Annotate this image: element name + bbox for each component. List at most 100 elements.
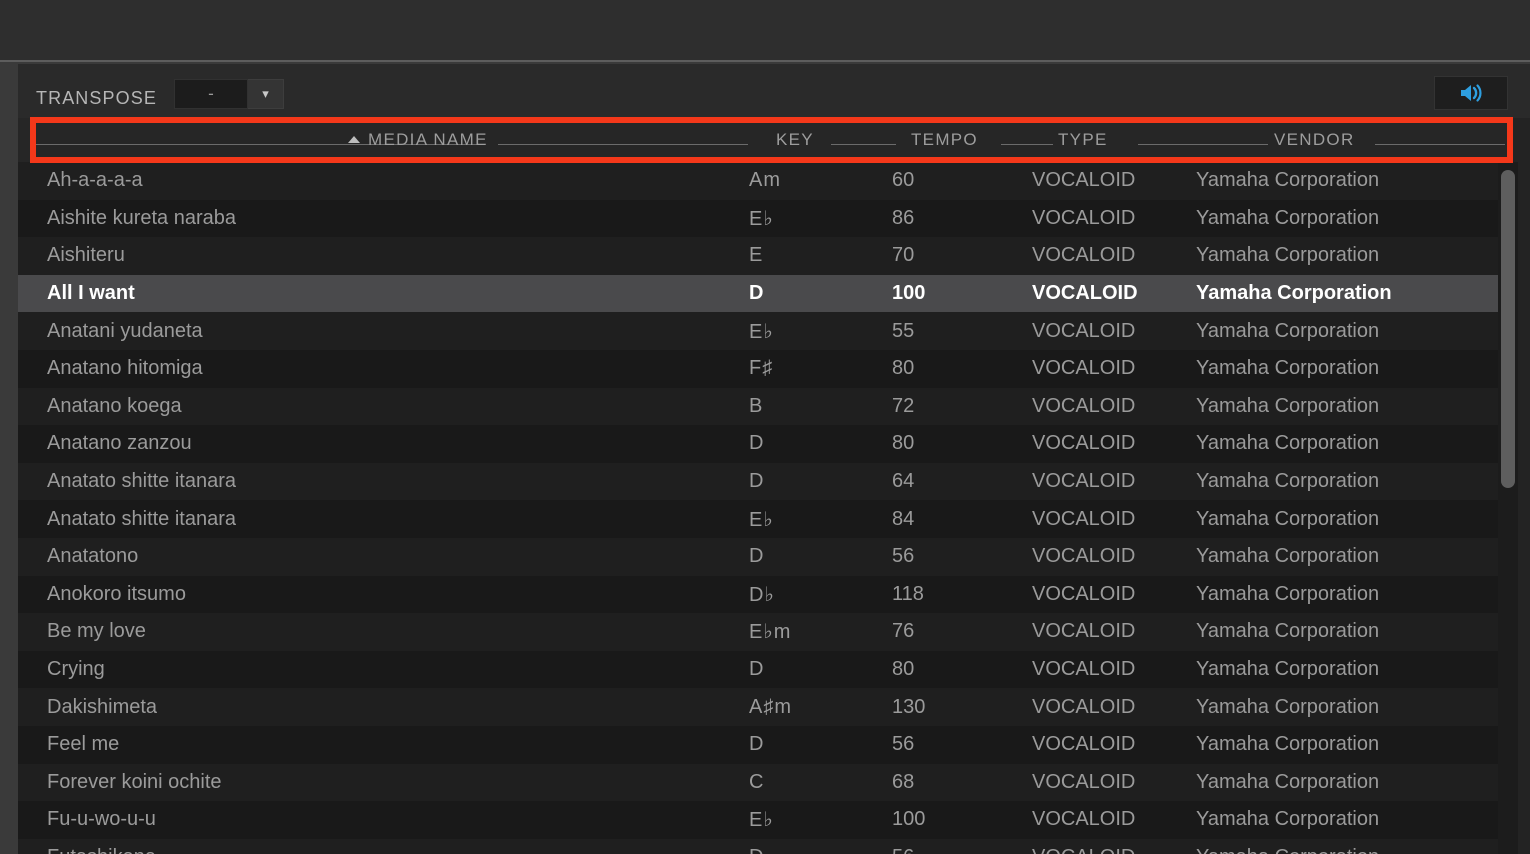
cell-key: E♭ xyxy=(749,508,774,531)
transpose-value[interactable]: - xyxy=(174,79,248,109)
cell-key: E♭ xyxy=(749,320,774,343)
speaker-volume-icon[interactable] xyxy=(1434,76,1508,110)
cell-media-name: Be my love xyxy=(47,620,146,643)
cell-vendor: Yamaha Corporation xyxy=(1196,169,1380,192)
cell-type: VOCALOID xyxy=(1032,394,1136,417)
cell-key: D♭ xyxy=(749,583,775,606)
toolbar: TRANSPOSE - ▾ xyxy=(18,64,1530,118)
window-top-strip xyxy=(0,0,1530,62)
table-row[interactable]: Anatano zanzou D 80 VOCALOID Yamaha Corporat… xyxy=(18,425,1512,463)
cell-vendor: Yamaha Corporation xyxy=(1196,545,1380,568)
chevron-down-icon[interactable]: ▾ xyxy=(248,79,284,109)
cell-key: D xyxy=(749,432,765,455)
cell-type: VOCALOID xyxy=(1032,695,1136,718)
cell-vendor: Yamaha Corporation xyxy=(1196,846,1379,854)
table-row[interactable]: Anatano koega B 72 VOCALOID Yamaha Corporati… xyxy=(18,387,1512,426)
cell-type: VOCALOID xyxy=(1032,319,1136,342)
cell-vendor: Yamaha Corporation xyxy=(1196,206,1380,229)
table-row[interactable]: All I want D 100 VOCALOID Yamaha Corporation xyxy=(18,274,1512,313)
table-row[interactable]: Anatato shitte itanara E♭ 84 VOCALOID Yamaha… xyxy=(18,500,1512,538)
cell-tempo: 100 xyxy=(892,808,926,831)
header-rule-tempo-type xyxy=(1001,144,1053,145)
table-row[interactable]: Fu-u-wo-u-u E♭ 100 VOCALOID Yamaha Corporati… xyxy=(18,801,1512,839)
cell-media-name: Feel me xyxy=(47,733,120,756)
table-row[interactable]: Dakishimeta A♯m 130 VOCALOID Yamaha Corporat… xyxy=(18,688,1512,726)
table-row[interactable]: Forever koini ochite C 68 VOCALOID Yamaha Co… xyxy=(18,763,1512,802)
cell-type: VOCALOID xyxy=(1032,620,1136,643)
cell-type: VOCALOID xyxy=(1032,733,1136,756)
cell-vendor: Yamaha Corporation xyxy=(1196,770,1380,793)
table-row[interactable]: Anatatono D 56 VOCALOID Yamaha Corporation xyxy=(18,537,1512,576)
cell-media-name: All I want xyxy=(47,282,135,305)
cell-media-name: Futashikana xyxy=(47,846,156,854)
cell-media-name: Ah-a-a-a-a xyxy=(47,169,143,192)
column-header-media-name[interactable]: MEDIA NAME xyxy=(348,118,488,162)
table-row[interactable]: Aishiteru E 70 VOCALOID Yamaha Corporation xyxy=(18,237,1512,275)
cell-tempo: 86 xyxy=(892,206,915,229)
cell-media-name: Anatato shitte itanara xyxy=(47,507,237,530)
cell-vendor: Yamaha Corporation xyxy=(1196,470,1380,493)
cell-vendor: Yamaha Corporation xyxy=(1196,357,1380,380)
cell-key: Am xyxy=(749,169,781,192)
transpose-dropdown[interactable]: - ▾ xyxy=(174,79,284,109)
table-row[interactable]: Anatani yudaneta E♭ 55 VOCALOID Yamaha Corpo… xyxy=(18,312,1512,350)
table-row[interactable]: Ah-a-a-a-a Am 60 VOCALOID Yamaha Corporation xyxy=(18,162,1512,200)
cell-vendor: Yamaha Corporation xyxy=(1196,733,1380,756)
cell-vendor: Yamaha Corporation xyxy=(1196,582,1380,605)
column-header-tempo-label: TEMPO xyxy=(911,130,978,149)
column-header-vendor[interactable]: VENDOR xyxy=(1274,118,1355,162)
media-table-body[interactable]: Ah-a-a-a-a Am 60 VOCALOID Yamaha Corporation… xyxy=(18,162,1512,854)
cell-tempo: 76 xyxy=(892,620,915,643)
column-header-type[interactable]: TYPE xyxy=(1058,118,1108,162)
cell-tempo: 68 xyxy=(892,770,915,793)
cell-media-name: Anatano hitomiga xyxy=(47,357,203,380)
cell-vendor: Yamaha Corporation xyxy=(1196,808,1380,831)
table-row[interactable]: Be my love E♭m 76 VOCALOID Yamaha Corporatio… xyxy=(18,613,1512,651)
cell-type: VOCALOID xyxy=(1032,470,1136,493)
cell-tempo: 118 xyxy=(892,582,924,605)
vertical-scrollbar[interactable] xyxy=(1498,162,1518,854)
column-header-key[interactable]: KEY xyxy=(776,118,814,162)
cell-vendor: Yamaha Corporation xyxy=(1196,282,1392,305)
cell-key: F♯ xyxy=(749,357,774,380)
column-header-key-label: KEY xyxy=(776,130,814,149)
cell-type: VOCALOID xyxy=(1032,582,1136,605)
cell-type: VOCALOID xyxy=(1032,244,1136,267)
table-row[interactable]: Feel me D 56 VOCALOID Yamaha Corporation xyxy=(18,725,1512,764)
cell-key: A♯m xyxy=(749,695,792,718)
cell-media-name: Aishite kureta naraba xyxy=(47,206,237,229)
table-row[interactable]: Aishite kureta naraba E♭ 86 VOCALOID Yamaha … xyxy=(18,199,1512,238)
table-row[interactable]: Anokoro itsumo D♭ 118 VOCALOID Yamaha Corpor… xyxy=(18,575,1512,614)
cell-key: B xyxy=(749,394,764,417)
cell-key: E xyxy=(749,244,764,267)
cell-tempo: 70 xyxy=(892,244,915,267)
speaker-volume-glyph xyxy=(1461,84,1482,102)
cell-media-name: Anatatono xyxy=(47,545,139,568)
column-header-tempo[interactable]: TEMPO xyxy=(911,118,978,162)
cell-tempo: 60 xyxy=(892,169,915,192)
cell-media-name: Anatano koega xyxy=(47,394,182,417)
cell-tempo: 84 xyxy=(892,507,915,530)
column-header-type-label: TYPE xyxy=(1058,130,1108,149)
cell-vendor: Yamaha Corporation xyxy=(1196,507,1380,530)
cell-key: D xyxy=(749,733,765,756)
cell-vendor: Yamaha Corporation xyxy=(1196,432,1380,455)
cell-media-name: Fu-u-wo-u-u xyxy=(47,808,156,831)
cell-type: VOCALOID xyxy=(1032,770,1136,793)
table-row[interactable]: Anatano hitomiga F♯ 80 VOCALOID Yamaha Corpo… xyxy=(18,349,1512,388)
cell-tempo: 80 xyxy=(892,658,915,681)
table-row[interactable]: Anatato shitte itanara D 64 VOCALOID Yamaha … xyxy=(18,462,1512,501)
cell-vendor: Yamaha Corporation xyxy=(1196,244,1380,267)
table-row[interactable]: Futashikana D 56 VOCALOID Yamaha Corporation xyxy=(18,838,1512,854)
column-header-row[interactable]: MEDIA NAME KEY TEMPO TYPE VENDOR xyxy=(18,118,1512,162)
cell-tempo: 56 xyxy=(892,846,914,854)
table-row[interactable]: Crying D 80 VOCALOID Yamaha Corporation xyxy=(18,650,1512,689)
header-rule-type-vendor xyxy=(1138,144,1268,145)
header-rule-right xyxy=(1375,144,1505,145)
cell-type: VOCALOID xyxy=(1032,357,1136,380)
cell-tempo: 100 xyxy=(892,282,926,305)
scrollbar-thumb[interactable] xyxy=(1501,170,1515,488)
cell-media-name: Anokoro itsumo xyxy=(47,582,186,605)
cell-type: VOCALOID xyxy=(1032,658,1136,681)
cell-media-name: Dakishimeta xyxy=(47,695,158,718)
